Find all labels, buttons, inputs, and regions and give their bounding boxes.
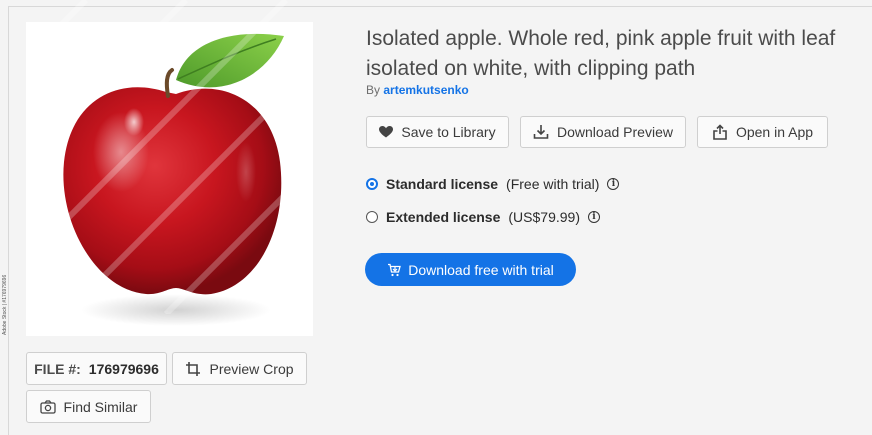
- open-in-app-label: Open in App: [735, 124, 814, 140]
- file-number-box: FILE #: 176979696: [26, 352, 167, 385]
- download-free-trial-label: Download free with trial: [408, 261, 554, 278]
- extended-license-option[interactable]: Extended license (US$79.99) i: [366, 209, 600, 225]
- preview-crop-button[interactable]: Preview Crop: [172, 352, 307, 385]
- standard-license-option[interactable]: Standard license (Free with trial) i: [366, 176, 620, 192]
- asset-preview-image[interactable]: [26, 22, 313, 336]
- byline: By artemkutsenko: [366, 83, 469, 97]
- download-preview-label: Download Preview: [557, 124, 673, 140]
- standard-license-radio[interactable]: [366, 178, 378, 190]
- camera-icon: [39, 399, 56, 414]
- share-icon: [713, 124, 727, 140]
- extended-license-radio[interactable]: [366, 211, 378, 223]
- cart-icon: [388, 263, 402, 276]
- apple-image: [63, 33, 284, 326]
- file-number-value: 176979696: [88, 360, 159, 377]
- save-to-library-label: Save to Library: [401, 124, 496, 140]
- download-preview-button[interactable]: Download Preview: [520, 116, 686, 148]
- byline-prefix: By: [366, 83, 381, 97]
- info-icon[interactable]: i: [587, 211, 600, 223]
- preview-crop-label: Preview Crop: [209, 360, 294, 377]
- heart-icon: [379, 126, 394, 138]
- info-icon[interactable]: i: [607, 178, 620, 190]
- download-free-trial-button[interactable]: Download free with trial: [365, 253, 576, 286]
- license-note: (US$79.99): [508, 209, 580, 225]
- author-link[interactable]: artemkutsenko: [383, 83, 468, 97]
- crop-icon: [186, 361, 201, 376]
- license-note: (Free with trial): [506, 176, 600, 192]
- save-to-library-button[interactable]: Save to Library: [366, 116, 509, 148]
- asset-title: Isolated apple. Whole red, pink apple fr…: [366, 27, 836, 80]
- find-similar-button[interactable]: Find Similar: [26, 390, 151, 423]
- side-credit: Adobe Stock | #176979696: [2, 274, 8, 335]
- license-name: Standard license: [386, 176, 499, 192]
- license-name: Extended license: [386, 209, 501, 225]
- download-icon: [533, 125, 549, 139]
- find-similar-label: Find Similar: [63, 398, 138, 415]
- open-in-app-button[interactable]: Open in App: [697, 116, 828, 148]
- file-number-label: FILE #:: [34, 360, 81, 377]
